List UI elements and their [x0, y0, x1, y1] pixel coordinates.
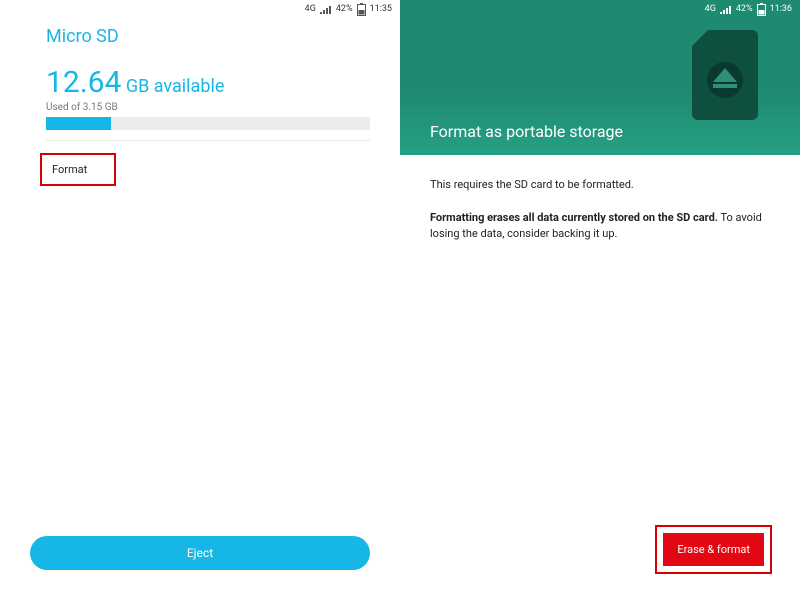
- sd-card-icon: [690, 30, 760, 120]
- paragraph-2: Formatting erases all data currently sto…: [430, 210, 770, 243]
- divider: [46, 140, 370, 141]
- body-text: This requires the SD card to be formatte…: [400, 155, 800, 259]
- network-label: 4G: [305, 4, 316, 14]
- erase-format-button[interactable]: Erase & format: [663, 533, 764, 566]
- left-content: Micro SD 12.64 GB available Used of 3.15…: [0, 18, 400, 186]
- available-line: 12.64 GB available: [46, 65, 370, 100]
- paragraph-2-bold: Formatting erases all data currently sto…: [430, 211, 718, 224]
- clock-time: 11:35: [370, 4, 392, 14]
- hero: 4G 42% 11:36 Format as portable storage: [400, 0, 800, 155]
- status-bar-left: 4G 42% 11:35: [0, 0, 400, 18]
- clock-time: 11:36: [770, 4, 792, 14]
- used-line: Used of 3.15 GB: [46, 102, 370, 113]
- eject-button[interactable]: Eject: [30, 536, 370, 570]
- signal-icon: [320, 5, 332, 14]
- network-label: 4G: [705, 4, 716, 14]
- status-bar-right: 4G 42% 11:36: [400, 0, 800, 18]
- hero-title: Format as portable storage: [430, 122, 770, 141]
- erase-highlight: Erase & format: [655, 525, 772, 574]
- right-screen: 4G 42% 11:36 Format as portable storage …: [400, 0, 800, 600]
- paragraph-1: This requires the SD card to be formatte…: [430, 177, 770, 194]
- erase-format-label: Erase & format: [677, 543, 750, 556]
- battery-icon: [757, 3, 766, 16]
- available-value: 12.64: [46, 65, 121, 100]
- eject-button-label: Eject: [187, 546, 213, 560]
- format-highlight: Format: [40, 153, 116, 186]
- battery-icon: [357, 3, 366, 16]
- storage-bar: [46, 117, 370, 130]
- storage-bar-fill: [46, 117, 111, 130]
- battery-percent: 42%: [336, 4, 353, 14]
- format-button[interactable]: Format: [52, 163, 104, 176]
- left-screen: 4G 42% 11:35 Micro SD 12.64 GB available…: [0, 0, 400, 600]
- signal-icon: [720, 5, 732, 14]
- available-suffix: GB available: [121, 76, 224, 97]
- page-title: Micro SD: [46, 26, 370, 47]
- battery-percent: 42%: [736, 4, 753, 14]
